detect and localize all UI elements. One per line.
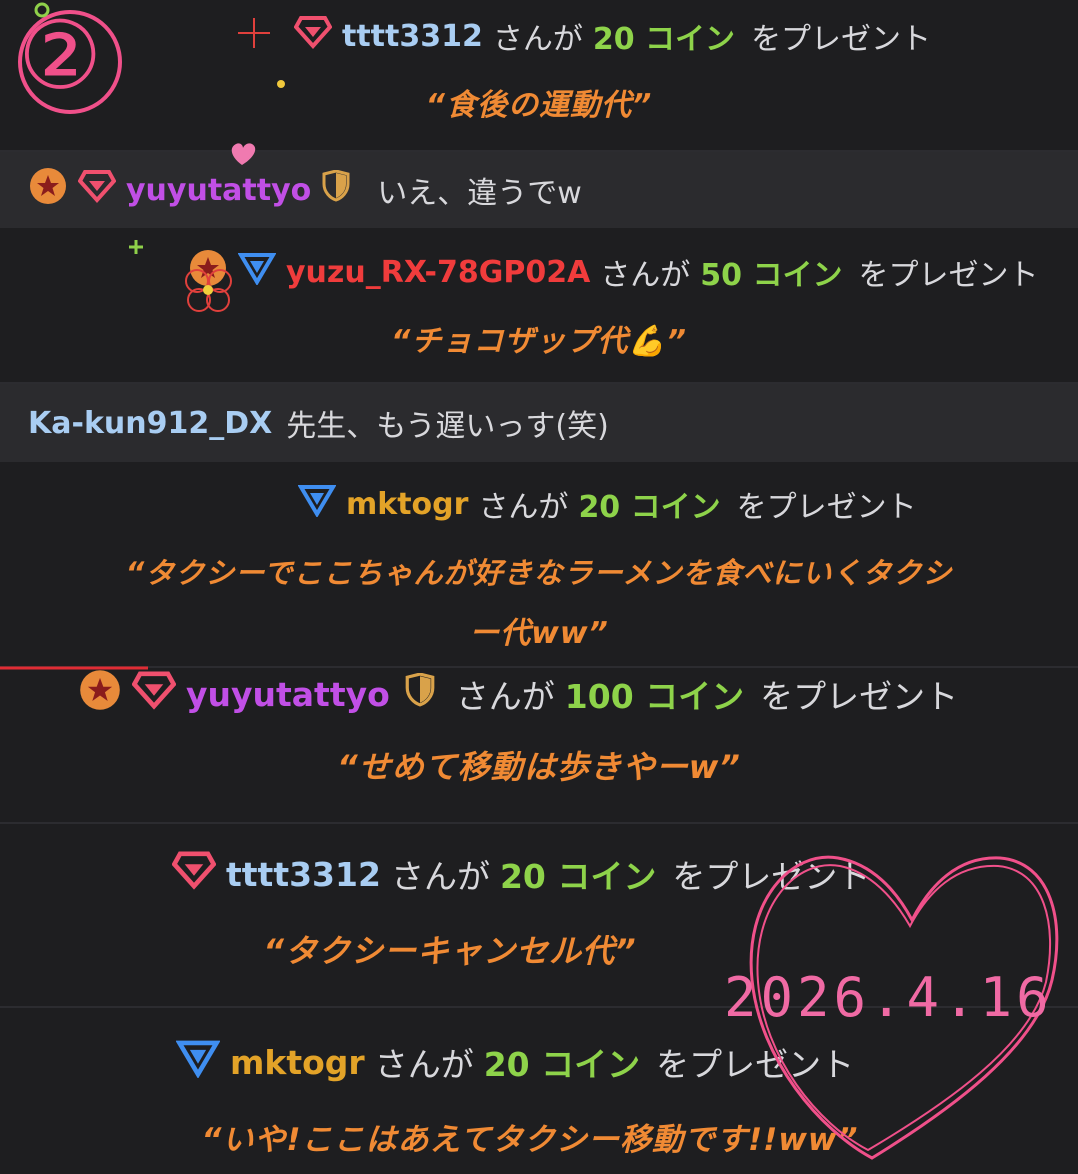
ruby-gem-icon [77,169,117,211]
triangle-gem-icon [175,1038,221,1086]
gift-verb: さんが [600,258,691,293]
gift-suffix: をプレゼント [656,1045,855,1084]
gift-message: “いや!ここはあえてタクシー移動です!!ww” [201,1122,859,1158]
coin-amount: 20 コイン [578,490,721,525]
coin-amount: 20 コイン [592,22,736,57]
gift-row: mktogr さんが 20 コイン をプレゼント “タクシーでここちゃんが好きな… [0,462,1078,668]
gift-verb: さんが [492,22,583,57]
username[interactable]: yuzu_RX-78GP02A [286,255,590,290]
gift-verb: さんが [374,1045,474,1084]
shield-icon [404,672,436,715]
page-number: ② [18,2,103,111]
username[interactable]: yuyutattyo [126,173,311,208]
coin-amount: 20 コイン [499,857,657,896]
gift-row: mktogr さんが 20 コイン をプレゼント “いや!ここはあえてタクシー移… [0,1008,1078,1174]
gift-suffix: をプレゼント [858,258,1039,293]
gift-message: “チョコザップ代💪” [391,324,687,359]
ruby-gem-icon [293,15,333,57]
chat-message: 先生、もう遅いっす(笑) [286,409,609,444]
chat-row: yuyutattyo いえ、違うでw [0,152,1078,228]
coin-amount: 20 コイン [483,1045,641,1084]
gift-verb: さんが [390,857,490,896]
gift-verb: さんが [455,677,555,716]
date-stamp: 2026.4.16 [724,966,1053,1029]
username[interactable]: yuyutattyo [186,675,390,714]
star-badge-icon [78,668,122,720]
gift-verb: さんが [478,490,569,525]
gift-row: yuzu_RX-78GP02A さんが 50 コイン をプレゼント “チョコザッ… [0,228,1078,384]
username[interactable]: mktogr [346,487,468,522]
gift-message: “タクシーでここちゃんが好きなラーメンを食べにいくタクシ [125,556,953,590]
star-badge-icon [28,166,68,214]
ruby-gem-icon [131,670,177,718]
triangle-gem-icon [297,483,337,525]
coin-amount: 50 コイン [700,258,843,293]
gift-row: yuyutattyo さんが 100 コイン をプレゼント “せめて移動は歩きや… [0,668,1078,824]
star-badge-icon [188,248,228,296]
shield-icon [321,169,351,210]
username[interactable]: tttt3312 [342,19,483,54]
gift-suffix: をプレゼント [672,857,871,896]
ruby-gem-icon [171,850,217,898]
chat-row: Ka-kun912_DX 先生、もう遅いっす(笑) [0,384,1078,462]
gift-suffix: をプレゼント [760,677,959,716]
gift-row: tttt3312 さんが 20 コイン をプレゼント “食後の運動代” [0,0,1078,152]
gift-message-continued: ー代ww” [469,616,609,651]
gift-suffix: をプレゼント [736,490,917,525]
chat-message: いえ、違うでw [377,176,582,211]
gift-message: “食後の運動代” [425,88,653,123]
username[interactable]: mktogr [230,1043,365,1082]
username[interactable]: Ka-kun912_DX [28,406,272,441]
gift-suffix: をプレゼント [751,22,932,57]
triangle-gem-icon [237,251,277,293]
username[interactable]: tttt3312 [226,855,381,894]
gift-message: “せめて移動は歩きやーw” [337,748,741,786]
coin-amount: 100 コイン [564,677,745,716]
